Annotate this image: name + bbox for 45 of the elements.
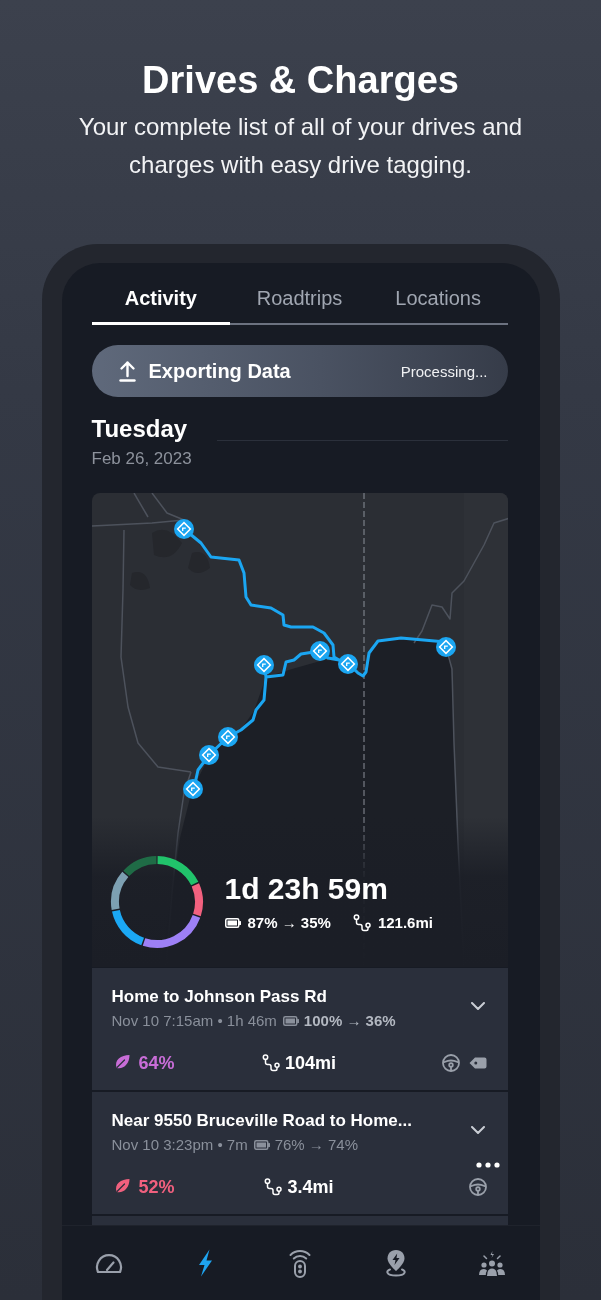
tab[interactable]: Locations <box>368 283 508 325</box>
export-status: Processing... <box>400 362 488 380</box>
map-marker-icon[interactable] <box>253 655 274 675</box>
map-marker-icon[interactable] <box>217 727 238 747</box>
more-button[interactable] <box>473 1160 502 1170</box>
map-marker-icon[interactable] <box>435 637 456 657</box>
battery-icon <box>224 918 241 928</box>
efficiency-text: 64% <box>138 1052 175 1074</box>
day-heading: Tuesday <box>91 414 188 444</box>
tab[interactable]: Roadtrips <box>230 283 369 325</box>
drive-time: Nov 10 3:23pm • 7m <box>111 1135 248 1155</box>
map-marker-icon[interactable] <box>173 519 194 539</box>
route-icon <box>352 914 371 932</box>
drive-time: Nov 10 7:15am • 1h 46m <box>111 1011 277 1031</box>
chevron-down-icon <box>470 1001 485 1010</box>
steering-wheel-icon <box>441 1054 460 1072</box>
total-duration: 1d 23h 59m <box>224 871 389 907</box>
map-marker-icon[interactable] <box>309 641 330 661</box>
drive-card[interactable]: Home to Johnson Pass Rd Nov 10 7:15am • 1h 46m 100% → 36% 64% 104mi <box>91 968 508 1090</box>
battery-icon <box>253 1140 270 1150</box>
day-date: Feb 26, 2023 <box>91 448 193 470</box>
page-subtitle: Your complete list of all of your drives and charges with easy drive tagging. <box>77 112 524 180</box>
battery-range: 87% → 35% <box>247 913 331 933</box>
efficiency-text: 52% <box>138 1176 175 1198</box>
chevron-down-icon <box>470 1125 485 1134</box>
tab[interactable]: Activity <box>91 283 231 325</box>
drive-card[interactable]: Near 9550 Bruceville Road to Home... Nov 10 3:23pm • 7m 76% → 74% 52% 3.4mi <box>91 1092 508 1214</box>
page-title: Drives & Charges <box>142 58 459 103</box>
battery-icon <box>282 1016 299 1026</box>
more-icon <box>475 1162 500 1168</box>
distance-text: 3.4mi <box>287 1176 334 1198</box>
route-icon <box>264 1178 283 1196</box>
map-marker-icon[interactable] <box>337 654 358 674</box>
battery-range: 100% → 36% <box>303 1011 396 1031</box>
battery-range: 76% → 74% <box>274 1135 359 1155</box>
drive-title: Home to Johnson Pass Rd <box>111 986 328 1008</box>
map-marker-icon[interactable] <box>182 779 203 799</box>
distance-text: 104mi <box>284 1052 336 1074</box>
steering-wheel-icon <box>468 1178 487 1196</box>
distance-text: 121.6mi <box>377 913 433 933</box>
route-icon <box>261 1054 280 1072</box>
export-title: Exporting Data <box>148 359 292 383</box>
map-marker-icon[interactable] <box>198 745 219 765</box>
drive-title: Near 9550 Bruceville Road to Home... <box>111 1110 413 1132</box>
upload-icon <box>118 360 136 382</box>
